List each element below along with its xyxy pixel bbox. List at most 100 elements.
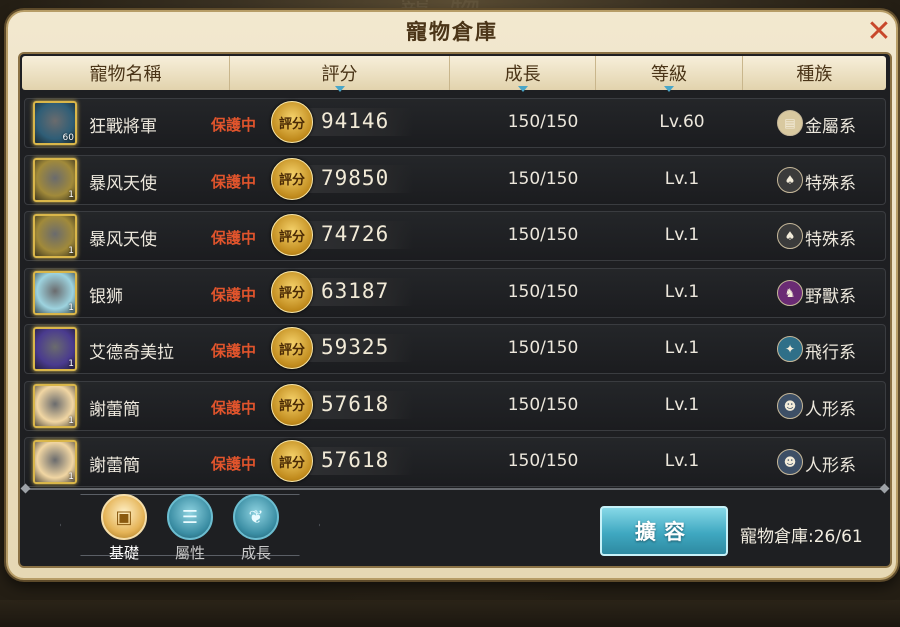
avatar-badge: 1	[68, 189, 74, 200]
pet-score: 79850	[321, 165, 390, 190]
sort-arrow-icon	[664, 86, 674, 92]
pet-level: Lv.1	[664, 168, 700, 189]
avatar-badge: 1	[68, 415, 74, 426]
tab-growth-label: 成長	[240, 544, 271, 562]
column-score[interactable]: 評分	[230, 56, 451, 92]
pet-row[interactable]: 60 狂戰將軍 保護中 評分 94146 150/150 Lv.60 ▤ 金屬系	[24, 98, 886, 148]
close-icon[interactable]: ✕	[866, 17, 892, 47]
pet-growth: 150/150	[507, 338, 579, 358]
column-name-label: 寵物名稱	[89, 64, 162, 85]
pet-row[interactable]: 1 暴风天使 保護中 評分 74726 150/150 Lv.1 ♠ 特殊系	[24, 211, 886, 261]
pet-race: 人形系	[805, 399, 856, 420]
pet-race: 特殊系	[805, 173, 856, 194]
pet-name: 狂戰將軍	[89, 117, 157, 137]
pet-race: 飛行系	[805, 343, 856, 363]
avatar-badge: 1	[68, 472, 74, 482]
tab-growth[interactable]: ❦ 成長	[226, 494, 286, 563]
list-icon: ☰	[167, 494, 213, 540]
score-badge-icon: 評分	[271, 270, 313, 313]
flying-icon: ✦	[777, 336, 803, 362]
protected-status: 保護中	[211, 172, 257, 191]
pet-growth: 150/150	[507, 112, 579, 132]
special-icon: ♠	[777, 223, 803, 249]
pet-avatar: 1	[33, 270, 77, 315]
pet-name: 謝蕾簡	[89, 399, 140, 420]
column-race[interactable]: 種族	[743, 56, 886, 90]
avatar-badge: 1	[68, 302, 74, 313]
expand-button[interactable]: 擴容	[600, 506, 728, 556]
pet-score: 74726	[321, 222, 390, 246]
score-badge-icon: 評分	[271, 383, 313, 426]
protected-status: 保護中	[211, 116, 257, 134]
pet-avatar: 1	[33, 157, 77, 202]
pet-race: 野獸系	[805, 286, 856, 307]
column-growth[interactable]: 成長	[450, 56, 597, 92]
protected-status: 保護中	[211, 285, 257, 304]
humanoid-icon: ☻	[777, 449, 803, 475]
window-title: 寵物倉庫	[406, 19, 498, 44]
pet-list-panel: 寵物名稱 評分 成長 等級 種族 60 狂戰將軍 保護中 評分 94146 15…	[18, 52, 892, 568]
sort-arrow-icon	[334, 86, 345, 92]
pet-storage-window: 寵物倉庫 ✕ 寵物名稱 評分 成長 等級 種族 60 狂戰將軍 保護中 評分 9…	[6, 10, 898, 580]
score-badge-icon: 評分	[271, 157, 313, 200]
pet-avatar: 1	[33, 383, 77, 428]
pet-avatar: 1	[33, 214, 77, 258]
pet-growth: 150/150	[507, 168, 579, 189]
pet-score: 59325	[321, 335, 390, 359]
pet-row[interactable]: 1 银狮 保護中 評分 63187 150/150 Lv.1 ♞ 野獸系	[24, 267, 886, 318]
pet-avatar: 60	[33, 101, 77, 145]
column-score-label: 評分	[321, 64, 358, 85]
pet-name: 暴风天使	[89, 230, 157, 250]
pet-level: Lv.1	[664, 451, 700, 471]
pet-growth: 150/150	[507, 281, 579, 302]
avatar-badge: 60	[62, 133, 74, 143]
background-bottom-strip	[0, 600, 900, 627]
pet-growth: 150/150	[507, 225, 579, 245]
protected-status: 保護中	[211, 398, 257, 417]
pet-growth: 150/150	[507, 451, 579, 471]
pet-level: Lv.1	[664, 394, 700, 415]
pet-level: Lv.1	[664, 281, 700, 302]
pet-name: 银狮	[89, 286, 123, 307]
pet-row[interactable]: 1 艾德奇美拉 保護中 評分 59325 150/150 Lv.1 ✦ 飛行系	[24, 324, 886, 374]
column-header: 寵物名稱 評分 成長 等級 種族	[22, 56, 886, 92]
pet-level: Lv.60	[659, 112, 705, 132]
score-badge-icon: 評分	[271, 327, 313, 369]
pet-score: 94146	[321, 109, 390, 133]
protected-status: 保護中	[211, 229, 257, 247]
column-level-label: 等級	[651, 64, 687, 85]
pet-avatar: 1	[33, 327, 77, 371]
column-level[interactable]: 等級	[596, 56, 743, 92]
pet-score: 57618	[321, 391, 390, 416]
pet-growth: 150/150	[507, 394, 579, 415]
pet-score: 57618	[321, 448, 390, 472]
column-race-label: 種族	[796, 64, 833, 85]
sort-arrow-icon	[517, 86, 528, 92]
pet-avatar: 1	[33, 440, 77, 484]
humanoid-icon: ☻	[777, 392, 803, 419]
score-badge-icon: 評分	[271, 101, 313, 143]
pet-score: 63187	[321, 278, 390, 303]
pet-row[interactable]: 1 謝蕾簡 保護中 評分 57618 150/150 Lv.1 ☻ 人形系	[24, 380, 886, 431]
pet-name: 暴风天使	[89, 173, 157, 194]
column-growth-label: 成長	[504, 64, 541, 85]
pet-name: 艾德奇美拉	[89, 343, 174, 363]
beast-icon: ♞	[777, 279, 803, 306]
pet-level: Lv.1	[664, 225, 700, 245]
storage-capacity: 寵物倉庫:26/61	[740, 527, 863, 547]
column-name[interactable]: 寵物名稱	[22, 56, 231, 90]
protected-status: 保護中	[211, 455, 257, 473]
pet-row[interactable]: 1 暴风天使 保護中 評分 79850 150/150 Lv.1 ♠ 特殊系	[24, 154, 886, 205]
pet-name: 謝蕾簡	[89, 456, 140, 476]
tab-basic[interactable]: ▣ 基礎	[94, 494, 154, 563]
list-scrollbar[interactable]	[24, 488, 886, 490]
pet-row[interactable]: 1 謝蕾簡 保護中 評分 57618 150/150 Lv.1 ☻ 人形系	[24, 437, 886, 487]
tab-basic-label: 基礎	[108, 544, 139, 562]
tab-attributes-label: 屬性	[174, 544, 205, 562]
metal-icon: ▤	[777, 110, 803, 136]
pet-race: 金屬系	[805, 117, 856, 137]
avatar-badge: 1	[68, 359, 74, 369]
tab-attributes[interactable]: ☰ 屬性	[160, 494, 220, 563]
score-badge-icon: 評分	[271, 440, 313, 482]
leaf-icon: ❦	[233, 494, 279, 540]
